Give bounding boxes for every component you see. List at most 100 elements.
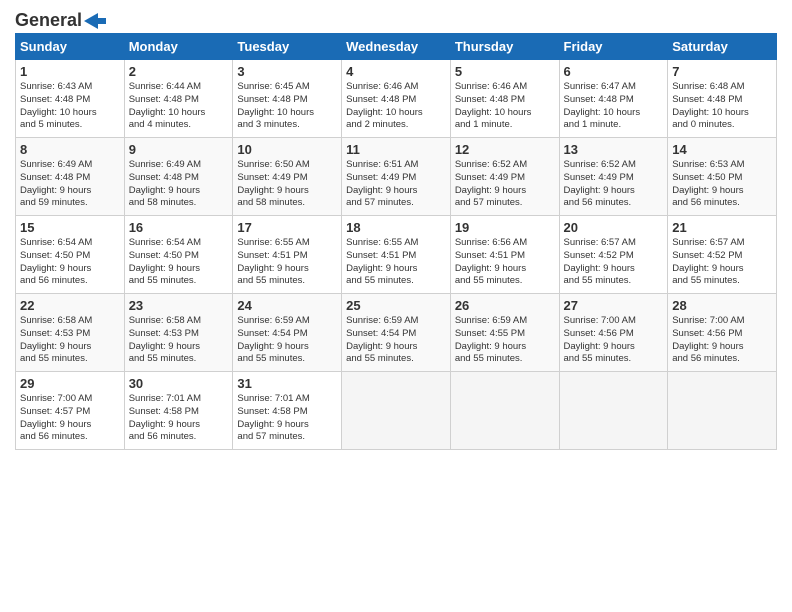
day-info: Sunrise: 7:00 AM Sunset: 4:57 PM Dayligh…	[20, 393, 120, 444]
calendar-cell: 4 Sunrise: 6:46 AM Sunset: 4:48 PM Daylig…	[342, 60, 451, 138]
day-number: 26	[455, 298, 555, 313]
calendar-cell: 17 Sunrise: 6:55 AM Sunset: 4:51 PM Dayli…	[233, 216, 342, 294]
calendar-table: SundayMondayTuesdayWednesdayThursdayFrid…	[15, 33, 777, 450]
day-info: Sunrise: 6:55 AM Sunset: 4:51 PM Dayligh…	[346, 237, 446, 288]
day-info: Sunrise: 6:53 AM Sunset: 4:50 PM Dayligh…	[672, 159, 772, 210]
calendar-cell: 18 Sunrise: 6:55 AM Sunset: 4:51 PM Dayli…	[342, 216, 451, 294]
day-number: 11	[346, 142, 446, 157]
day-number: 9	[129, 142, 229, 157]
day-info: Sunrise: 6:59 AM Sunset: 4:54 PM Dayligh…	[237, 315, 337, 366]
day-info: Sunrise: 6:43 AM Sunset: 4:48 PM Dayligh…	[20, 81, 120, 132]
day-info: Sunrise: 6:44 AM Sunset: 4:48 PM Dayligh…	[129, 81, 229, 132]
day-number: 2	[129, 64, 229, 79]
day-info: Sunrise: 7:00 AM Sunset: 4:56 PM Dayligh…	[672, 315, 772, 366]
calendar-cell: 9 Sunrise: 6:49 AM Sunset: 4:48 PM Daylig…	[124, 138, 233, 216]
day-number: 30	[129, 376, 229, 391]
day-number: 25	[346, 298, 446, 313]
day-number: 13	[564, 142, 664, 157]
day-info: Sunrise: 6:58 AM Sunset: 4:53 PM Dayligh…	[20, 315, 120, 366]
day-info: Sunrise: 6:54 AM Sunset: 4:50 PM Dayligh…	[20, 237, 120, 288]
day-number: 22	[20, 298, 120, 313]
calendar-cell: 10 Sunrise: 6:50 AM Sunset: 4:49 PM Dayli…	[233, 138, 342, 216]
calendar-cell: 19 Sunrise: 6:56 AM Sunset: 4:51 PM Dayli…	[450, 216, 559, 294]
day-info: Sunrise: 6:59 AM Sunset: 4:55 PM Dayligh…	[455, 315, 555, 366]
calendar-cell: 15 Sunrise: 6:54 AM Sunset: 4:50 PM Dayli…	[16, 216, 125, 294]
day-header-sunday: Sunday	[16, 34, 125, 60]
day-info: Sunrise: 6:46 AM Sunset: 4:48 PM Dayligh…	[455, 81, 555, 132]
day-header-tuesday: Tuesday	[233, 34, 342, 60]
calendar-cell: 25 Sunrise: 6:59 AM Sunset: 4:54 PM Dayli…	[342, 294, 451, 372]
day-header-monday: Monday	[124, 34, 233, 60]
day-info: Sunrise: 6:46 AM Sunset: 4:48 PM Dayligh…	[346, 81, 446, 132]
calendar-cell	[559, 372, 668, 450]
day-info: Sunrise: 7:01 AM Sunset: 4:58 PM Dayligh…	[237, 393, 337, 444]
calendar-cell: 6 Sunrise: 6:47 AM Sunset: 4:48 PM Daylig…	[559, 60, 668, 138]
day-header-wednesday: Wednesday	[342, 34, 451, 60]
day-number: 28	[672, 298, 772, 313]
day-number: 19	[455, 220, 555, 235]
day-info: Sunrise: 6:45 AM Sunset: 4:48 PM Dayligh…	[237, 81, 337, 132]
calendar-cell	[668, 372, 777, 450]
day-header-friday: Friday	[559, 34, 668, 60]
day-info: Sunrise: 6:59 AM Sunset: 4:54 PM Dayligh…	[346, 315, 446, 366]
day-number: 6	[564, 64, 664, 79]
day-number: 23	[129, 298, 229, 313]
day-info: Sunrise: 6:56 AM Sunset: 4:51 PM Dayligh…	[455, 237, 555, 288]
calendar-cell: 11 Sunrise: 6:51 AM Sunset: 4:49 PM Dayli…	[342, 138, 451, 216]
calendar-cell: 5 Sunrise: 6:46 AM Sunset: 4:48 PM Daylig…	[450, 60, 559, 138]
calendar-cell: 2 Sunrise: 6:44 AM Sunset: 4:48 PM Daylig…	[124, 60, 233, 138]
calendar-cell: 28 Sunrise: 7:00 AM Sunset: 4:56 PM Dayli…	[668, 294, 777, 372]
day-number: 16	[129, 220, 229, 235]
day-header-thursday: Thursday	[450, 34, 559, 60]
day-info: Sunrise: 6:47 AM Sunset: 4:48 PM Dayligh…	[564, 81, 664, 132]
day-number: 7	[672, 64, 772, 79]
calendar-cell: 31Sunrise: 7:01 AM Sunset: 4:58 PM Dayli…	[233, 372, 342, 450]
day-number: 15	[20, 220, 120, 235]
day-number: 1	[20, 64, 120, 79]
calendar-cell: 21Sunrise: 6:57 AM Sunset: 4:52 PM Dayli…	[668, 216, 777, 294]
day-number: 18	[346, 220, 446, 235]
day-info: Sunrise: 6:52 AM Sunset: 4:49 PM Dayligh…	[564, 159, 664, 210]
day-info: Sunrise: 6:49 AM Sunset: 4:48 PM Dayligh…	[20, 159, 120, 210]
day-info: Sunrise: 6:54 AM Sunset: 4:50 PM Dayligh…	[129, 237, 229, 288]
main-container: General SundayMondayTuesdayWednesdayThur…	[0, 0, 792, 460]
day-info: Sunrise: 6:48 AM Sunset: 4:48 PM Dayligh…	[672, 81, 772, 132]
day-number: 24	[237, 298, 337, 313]
day-number: 10	[237, 142, 337, 157]
calendar-cell	[342, 372, 451, 450]
calendar-cell	[450, 372, 559, 450]
day-info: Sunrise: 6:49 AM Sunset: 4:48 PM Dayligh…	[129, 159, 229, 210]
header: General	[15, 10, 777, 27]
logo-arrow-icon	[84, 13, 106, 29]
day-number: 27	[564, 298, 664, 313]
calendar-cell: 8 Sunrise: 6:49 AM Sunset: 4:48 PM Daylig…	[16, 138, 125, 216]
logo-general: General	[15, 10, 82, 31]
day-number: 21	[672, 220, 772, 235]
calendar-cell: 1 Sunrise: 6:43 AM Sunset: 4:48 PM Daylig…	[16, 60, 125, 138]
day-header-saturday: Saturday	[668, 34, 777, 60]
day-number: 5	[455, 64, 555, 79]
day-info: Sunrise: 6:58 AM Sunset: 4:53 PM Dayligh…	[129, 315, 229, 366]
calendar-cell: 24 Sunrise: 6:59 AM Sunset: 4:54 PM Dayli…	[233, 294, 342, 372]
calendar-cell: 3 Sunrise: 6:45 AM Sunset: 4:48 PM Daylig…	[233, 60, 342, 138]
day-number: 4	[346, 64, 446, 79]
logo: General	[15, 10, 106, 27]
calendar-cell: 29 Sunrise: 7:00 AM Sunset: 4:57 PM Dayli…	[16, 372, 125, 450]
calendar-cell: 23 Sunrise: 6:58 AM Sunset: 4:53 PM Dayli…	[124, 294, 233, 372]
day-info: Sunrise: 6:55 AM Sunset: 4:51 PM Dayligh…	[237, 237, 337, 288]
calendar-cell: 20Sunrise: 6:57 AM Sunset: 4:52 PM Dayli…	[559, 216, 668, 294]
day-number: 14	[672, 142, 772, 157]
day-number: 29	[20, 376, 120, 391]
calendar-cell: 14 Sunrise: 6:53 AM Sunset: 4:50 PM Dayli…	[668, 138, 777, 216]
calendar-cell: 27 Sunrise: 7:00 AM Sunset: 4:56 PM Dayli…	[559, 294, 668, 372]
day-info: Sunrise: 7:01 AM Sunset: 4:58 PM Dayligh…	[129, 393, 229, 444]
calendar-cell: 12Sunrise: 6:52 AM Sunset: 4:49 PM Dayli…	[450, 138, 559, 216]
day-number: 17	[237, 220, 337, 235]
day-number: 8	[20, 142, 120, 157]
day-info: Sunrise: 7:00 AM Sunset: 4:56 PM Dayligh…	[564, 315, 664, 366]
day-number: 3	[237, 64, 337, 79]
day-info: Sunrise: 6:50 AM Sunset: 4:49 PM Dayligh…	[237, 159, 337, 210]
day-info: Sunrise: 6:51 AM Sunset: 4:49 PM Dayligh…	[346, 159, 446, 210]
calendar-cell: 22 Sunrise: 6:58 AM Sunset: 4:53 PM Dayli…	[16, 294, 125, 372]
calendar-cell: 7 Sunrise: 6:48 AM Sunset: 4:48 PM Daylig…	[668, 60, 777, 138]
